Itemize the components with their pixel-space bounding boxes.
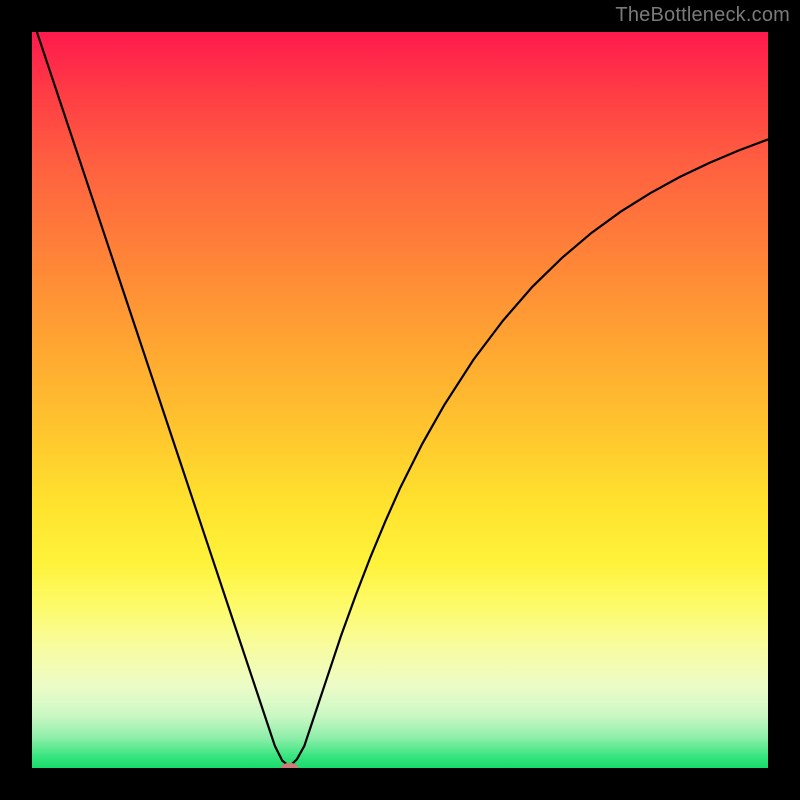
- minimum-marker: [281, 763, 299, 768]
- chart-frame: TheBottleneck.com: [0, 0, 800, 800]
- bottleneck-curve: [32, 32, 768, 767]
- plot-svg: [32, 32, 768, 768]
- plot-area: [32, 32, 768, 768]
- watermark-text: TheBottleneck.com: [615, 4, 790, 27]
